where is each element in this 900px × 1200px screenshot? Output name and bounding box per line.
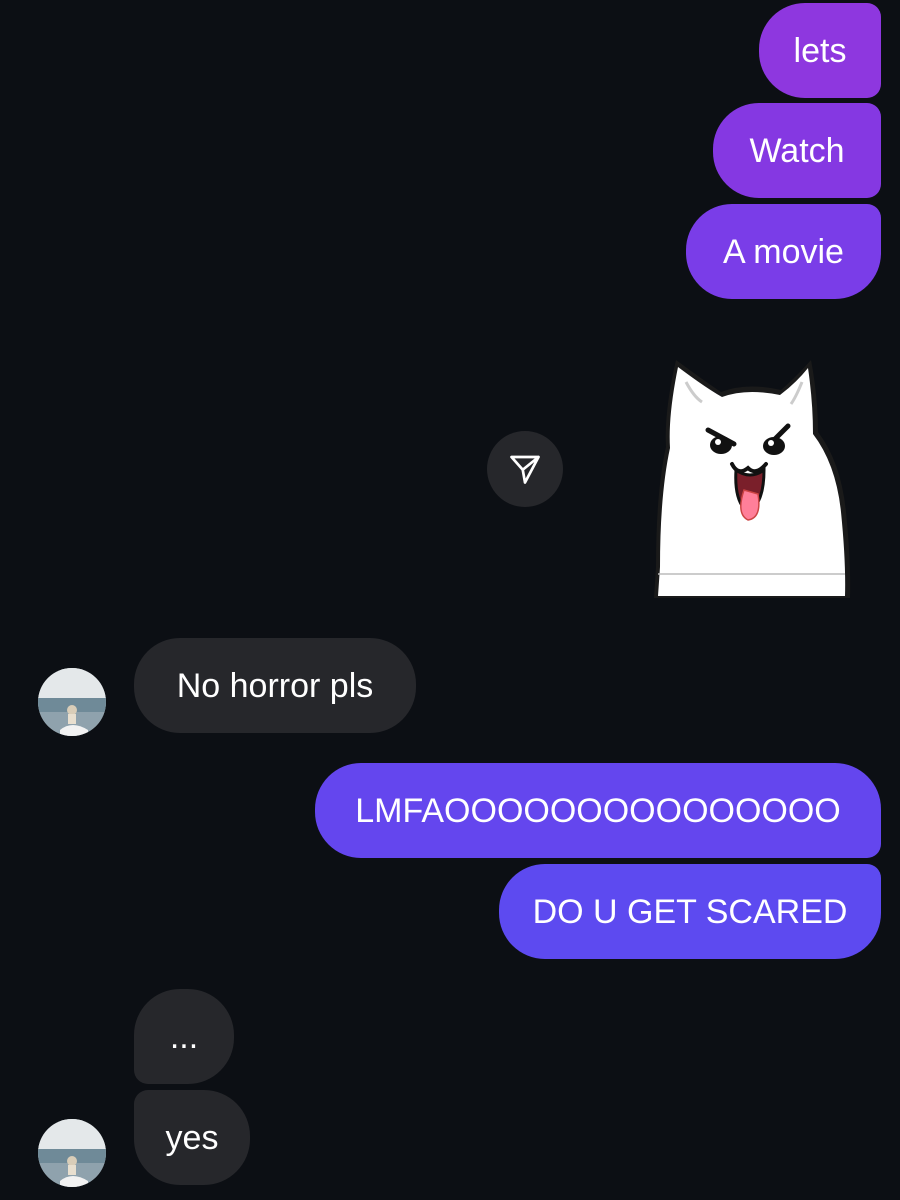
- cat-sticker[interactable]: [646, 352, 856, 600]
- avatar-image: [38, 668, 106, 736]
- message-text: yes: [165, 1118, 219, 1157]
- sent-message-bubble[interactable]: DO U GET SCARED: [499, 864, 881, 959]
- contact-avatar[interactable]: [38, 668, 106, 736]
- contact-avatar[interactable]: [38, 1119, 106, 1187]
- sent-message-bubble[interactable]: LMFAOOOOOOOOOOOOOOO: [315, 763, 881, 858]
- message-text: LMFAOOOOOOOOOOOOOOO: [355, 791, 841, 830]
- paper-plane-icon: [510, 455, 540, 484]
- avatar-image: [38, 1119, 106, 1187]
- sent-message-bubble[interactable]: lets: [759, 3, 881, 98]
- message-text: ...: [169, 1017, 199, 1056]
- received-message-bubble[interactable]: No horror pls: [134, 638, 416, 733]
- cat-sticker-image: [654, 360, 851, 598]
- message-text: lets: [793, 31, 847, 70]
- received-message-bubble[interactable]: ...: [134, 989, 234, 1084]
- message-text: No horror pls: [176, 666, 374, 705]
- share-button[interactable]: [487, 431, 563, 507]
- message-text: Watch: [749, 131, 845, 170]
- sent-message-bubble[interactable]: Watch: [713, 103, 881, 198]
- message-text: DO U GET SCARED: [532, 892, 848, 931]
- received-message-bubble[interactable]: yes: [134, 1090, 250, 1185]
- message-text: A movie: [723, 232, 844, 271]
- sent-message-bubble[interactable]: A movie: [686, 204, 881, 299]
